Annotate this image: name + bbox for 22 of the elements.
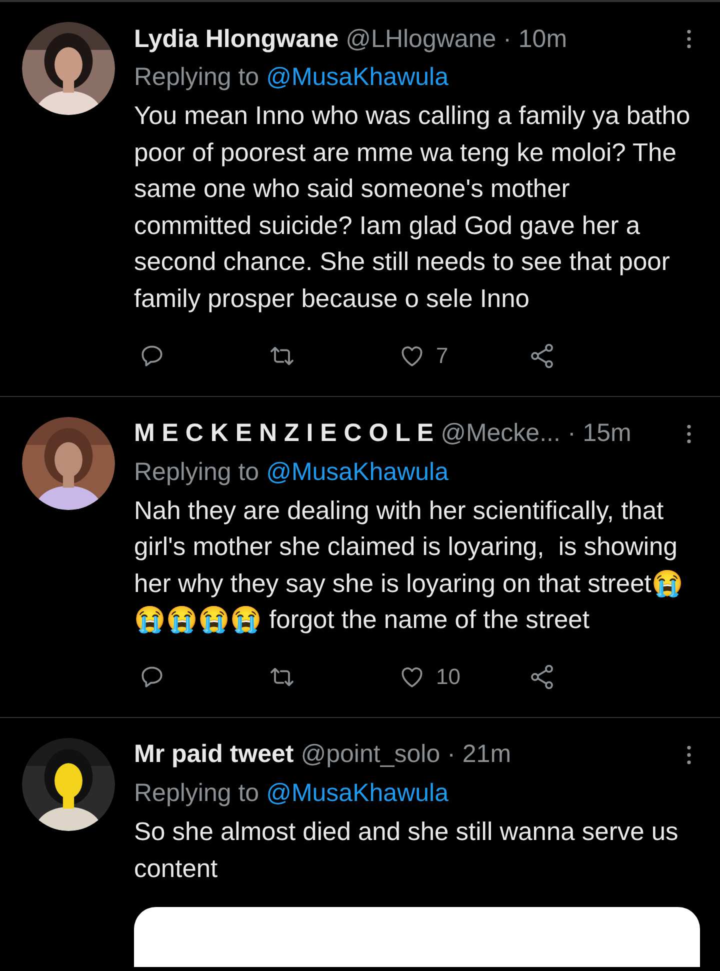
mention-link[interactable]: @MusaKhawula: [266, 60, 448, 94]
like-count: 10: [436, 664, 460, 690]
author-handle[interactable]: @point_solo: [300, 740, 440, 770]
author-handle[interactable]: @Mecke...: [440, 419, 560, 448]
timestamp: · 15m: [567, 419, 632, 448]
author-name[interactable]: M E C K E N Z I E C O L E: [134, 419, 434, 448]
replying-label: Replying to: [134, 778, 260, 809]
author-handle[interactable]: @LHlogwane: [346, 24, 496, 54]
mention-link[interactable]: @MusaKhawula: [266, 454, 448, 489]
share-icon[interactable]: [528, 662, 556, 691]
replying-label: Replying to: [134, 62, 260, 93]
author-name[interactable]: Mr paid tweet: [134, 740, 294, 770]
author-name[interactable]: Lydia Hlongwane: [134, 24, 339, 54]
timestamp: · 10m: [503, 24, 568, 54]
replying-label: Replying to: [134, 456, 260, 488]
tweet-text: Nah they are dealing with her scientifically, that girl's mother she claimed is loyaring, is showing her why they say she is loyaring on that street😭😭😭😭😭 forgot the name of the street: [134, 496, 684, 636]
share-icon[interactable]: [528, 342, 556, 370]
timestamp: · 21m: [447, 740, 512, 770]
tweet-text: You mean Inno who was calling a family ya batho poor of poorest are mme wa teng ke moloi? The same one who said someone's mother committed suicide? Iam glad God gave her a second chance. She still needs to see that poor family prosper because o sele Inno: [134, 101, 692, 315]
tweet-text: So she almost died and she still wanna serve us content: [134, 816, 680, 885]
like-count: 7: [436, 342, 448, 369]
mention-link[interactable]: @MusaKhawula: [266, 776, 448, 810]
